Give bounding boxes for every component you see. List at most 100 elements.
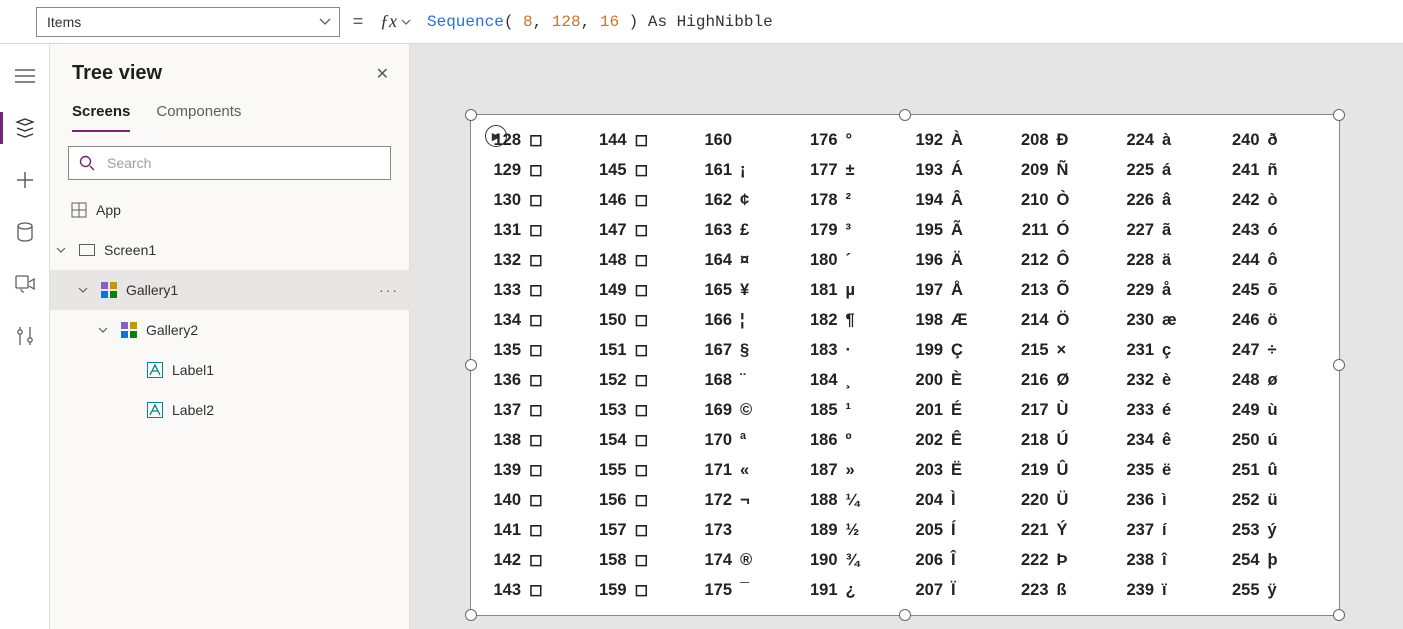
ascii-code: 189 [806, 521, 846, 540]
ascii-row: 252ü [1228, 485, 1334, 515]
more-icon[interactable]: ··· [379, 282, 399, 298]
ascii-code: 217 [1017, 401, 1057, 420]
gallery1-control[interactable]: ▶ 128◻129◻130◻131◻132◻133◻134◻135◻136◻13… [470, 114, 1340, 616]
tree-node-label1[interactable]: Label1 [50, 350, 409, 390]
ascii-char: î [1162, 551, 1186, 570]
resize-handle[interactable] [1333, 109, 1345, 121]
tab-components[interactable]: Components [156, 103, 241, 132]
ascii-code: 181 [806, 281, 846, 300]
tree-view-icon[interactable] [13, 116, 37, 140]
close-icon[interactable]: ✕ [376, 64, 389, 84]
ascii-char: ◻ [529, 520, 553, 540]
ascii-row: 169© [700, 395, 806, 425]
tree-node-screen1[interactable]: Screen1 [50, 230, 409, 270]
settings-icon[interactable] [13, 324, 37, 348]
ascii-code: 245 [1228, 281, 1268, 300]
ascii-char: ® [740, 551, 764, 570]
ascii-code: 157 [595, 521, 635, 540]
ascii-char: ¼ [846, 491, 870, 510]
ascii-code: 212 [1017, 251, 1057, 270]
canvas[interactable]: ▶ 128◻129◻130◻131◻132◻133◻134◻135◻136◻13… [410, 44, 1403, 629]
ascii-row: 154◻ [595, 425, 701, 455]
ascii-code: 226 [1122, 191, 1162, 210]
ascii-code: 253 [1228, 521, 1268, 540]
tree-node-app[interactable]: App [50, 190, 409, 230]
ascii-code: 163 [700, 221, 740, 240]
ascii-char: ◻ [635, 520, 659, 540]
ascii-row: 180´ [806, 245, 912, 275]
ascii-code: 230 [1122, 311, 1162, 330]
property-dropdown[interactable]: Items [36, 7, 340, 37]
ascii-code: 203 [911, 461, 951, 480]
tree-search-input[interactable] [105, 154, 380, 172]
ascii-row: 158◻ [595, 545, 701, 575]
chevron-down-icon[interactable] [98, 325, 118, 335]
resize-handle[interactable] [465, 359, 477, 371]
ascii-row: 246ö [1228, 305, 1334, 335]
ascii-char: Î [951, 551, 975, 570]
ascii-code: 240 [1228, 131, 1268, 150]
tree-search[interactable] [68, 146, 391, 180]
ascii-char: ñ [1268, 161, 1292, 180]
ascii-code: 228 [1122, 251, 1162, 270]
ascii-row: 234ê [1122, 425, 1228, 455]
ascii-char: Õ [1057, 281, 1081, 300]
tree-node-gallery1[interactable]: Gallery1 ··· [50, 270, 409, 310]
ascii-row: 170ª [700, 425, 806, 455]
data-icon[interactable] [13, 220, 37, 244]
ascii-row: 159◻ [595, 575, 701, 605]
resize-handle[interactable] [465, 109, 477, 121]
search-icon [79, 155, 95, 171]
ascii-char: Ö [1057, 311, 1081, 330]
ascii-row: 255ÿ [1228, 575, 1334, 605]
ascii-char: þ [1268, 551, 1292, 570]
ascii-row: 160 [700, 125, 806, 155]
tree-node-label2[interactable]: Label2 [50, 390, 409, 430]
ascii-code: 208 [1017, 131, 1057, 150]
ascii-char: ◻ [635, 190, 659, 210]
ascii-char: ◻ [635, 400, 659, 420]
ascii-char: ò [1268, 191, 1292, 210]
media-icon[interactable] [13, 272, 37, 296]
resize-handle[interactable] [1333, 609, 1345, 621]
ascii-row: 199Ç [911, 335, 1017, 365]
ascii-table: 128◻129◻130◻131◻132◻133◻134◻135◻136◻137◻… [489, 125, 1333, 605]
ascii-char: ç [1162, 341, 1186, 360]
fx-button[interactable]: ƒx [376, 11, 417, 32]
ascii-row: 204Ì [911, 485, 1017, 515]
ascii-char: Ê [951, 431, 975, 450]
tree-node-label: Screen1 [104, 242, 156, 258]
ascii-char: Ô [1057, 251, 1081, 270]
tree-node-gallery2[interactable]: Gallery2 [50, 310, 409, 350]
resize-handle[interactable] [899, 609, 911, 621]
chevron-down-icon[interactable] [56, 245, 76, 255]
ascii-row: 196Ä [911, 245, 1017, 275]
ascii-row: 207Ï [911, 575, 1017, 605]
ascii-row: 209Ñ [1017, 155, 1123, 185]
ascii-row: 203Ë [911, 455, 1017, 485]
ascii-code: 155 [595, 461, 635, 480]
ascii-row: 163£ [700, 215, 806, 245]
ascii-code: 184 [806, 371, 846, 390]
ascii-code: 242 [1228, 191, 1268, 210]
ascii-row: 146◻ [595, 185, 701, 215]
ascii-row: 193Á [911, 155, 1017, 185]
fx-icon: ƒx [380, 11, 397, 32]
insert-icon[interactable] [13, 168, 37, 192]
ascii-char: ý [1268, 521, 1292, 540]
ascii-row: 147◻ [595, 215, 701, 245]
tab-screens[interactable]: Screens [72, 103, 130, 132]
ascii-char: ◻ [529, 460, 553, 480]
resize-handle[interactable] [899, 109, 911, 121]
chevron-down-icon[interactable] [78, 285, 98, 295]
ascii-code: 254 [1228, 551, 1268, 570]
resize-handle[interactable] [1333, 359, 1345, 371]
ascii-code: 235 [1122, 461, 1162, 480]
hamburger-icon[interactable] [13, 64, 37, 88]
resize-handle[interactable] [465, 609, 477, 621]
formula-input[interactable]: Sequence( 8, 128, 16 ) As HighNibble [417, 0, 1403, 43]
ascii-code: 137 [489, 401, 529, 420]
ascii-row: 201É [911, 395, 1017, 425]
ascii-char: ◻ [529, 340, 553, 360]
ascii-char: µ [846, 281, 870, 300]
